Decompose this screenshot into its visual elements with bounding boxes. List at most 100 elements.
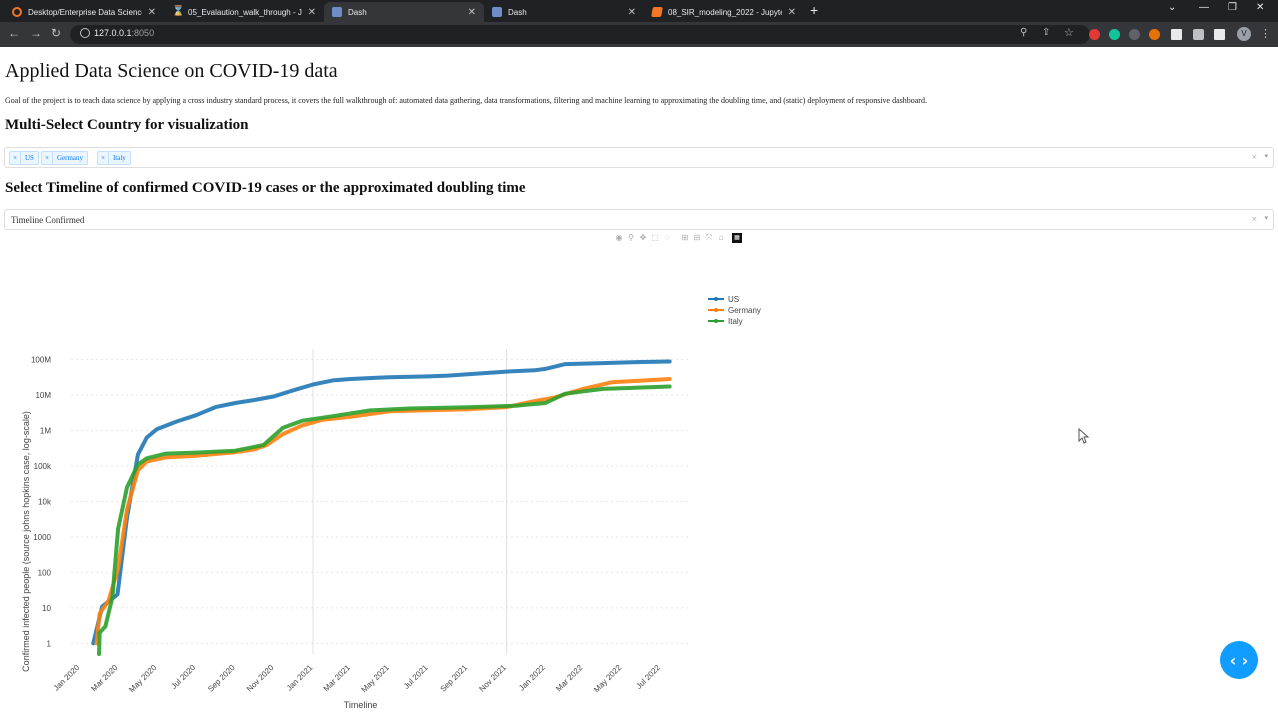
chip-remove-icon[interactable]: × bbox=[42, 152, 53, 164]
chip-label: US bbox=[24, 154, 34, 162]
x-tick-label: Jul 2021 bbox=[402, 663, 430, 691]
dash-page: Applied Data Science on COVID-19 data Go… bbox=[0, 47, 1278, 710]
country-chip-us: × US bbox=[9, 151, 39, 165]
legend-marker-germany bbox=[714, 308, 718, 312]
url-host: 127.0.0.1 bbox=[94, 28, 132, 38]
tab-title: 05_Evalaution_walk_through - Ju bbox=[188, 7, 302, 17]
url-field[interactable]: 127.0.0.1:8050 ⚲ ⇪ ☆ bbox=[70, 25, 1090, 44]
clear-icon[interactable]: × bbox=[1252, 214, 1257, 224]
dropdown-arrow-icon[interactable]: ▾ bbox=[1264, 152, 1268, 160]
x-tick-label: Jan 2022 bbox=[517, 663, 547, 693]
plotly-logo-icon[interactable]: ▦ bbox=[732, 233, 742, 243]
document-extension-icon[interactable] bbox=[1171, 29, 1182, 40]
x-tick-label: Mar 2021 bbox=[322, 663, 353, 694]
browser-tab-bar: Desktop/Enterprise Data Science/ ✕ ⌛ 05_… bbox=[0, 0, 1278, 22]
x-tick-label: Jan 2020 bbox=[52, 663, 82, 693]
zoom-icon[interactable]: ⚲ bbox=[626, 233, 636, 243]
timeline-select[interactable]: Timeline Confirmed × ▾ bbox=[4, 209, 1274, 230]
profile-avatar[interactable]: V bbox=[1237, 27, 1251, 41]
tab-title: Desktop/Enterprise Data Science/ bbox=[28, 7, 142, 17]
legend-label-italy: Italy bbox=[728, 317, 743, 326]
x-tick-label: Sep 2020 bbox=[206, 663, 237, 694]
more-menu-icon[interactable]: ⋮ bbox=[1260, 27, 1271, 40]
zoom-in-icon[interactable]: ⊞ bbox=[680, 233, 690, 243]
x-axis-title: Timeline bbox=[344, 700, 378, 710]
close-window-icon[interactable]: ✕ bbox=[1256, 2, 1264, 13]
x-tick-label: Nov 2020 bbox=[245, 663, 276, 694]
share-icon[interactable]: ⇪ bbox=[1042, 27, 1050, 38]
url-port: :8050 bbox=[131, 28, 155, 38]
extension-red-icon[interactable] bbox=[1089, 29, 1100, 40]
puzzle-extensions-icon[interactable] bbox=[1193, 29, 1204, 40]
y-tick-label: 1000 bbox=[33, 533, 51, 542]
zoom-out-icon[interactable]: ⊟ bbox=[692, 233, 702, 243]
browser-tab-1[interactable]: Desktop/Enterprise Data Science/ ✕ bbox=[4, 2, 164, 22]
dash-icon bbox=[332, 7, 342, 17]
side-panel-icon[interactable] bbox=[1214, 29, 1225, 40]
zoom-search-icon[interactable]: ⚲ bbox=[1020, 27, 1027, 38]
chip-label: Italy bbox=[112, 154, 126, 162]
restore-icon[interactable]: ❐ bbox=[1228, 2, 1237, 13]
y-tick-label: 10M bbox=[35, 391, 51, 400]
y-axis-title: Confirmed infected people (source johns … bbox=[21, 411, 31, 672]
extension-orange-icon[interactable] bbox=[1149, 29, 1160, 40]
country-select-heading: Multi-Select Country for visualization bbox=[5, 117, 249, 133]
forward-arrow-icon[interactable]: → bbox=[30, 26, 42, 40]
tab-close-icon[interactable]: ✕ bbox=[628, 7, 636, 18]
url-text: 127.0.0.1:8050 bbox=[94, 28, 154, 38]
notebook-icon bbox=[651, 7, 663, 17]
plotly-modebar: ◉ ⚲ ✥ ⬚ ◌ ⊞ ⊟ ⤧ ⌂ ▦ bbox=[614, 233, 742, 243]
country-chip-italy: × Italy bbox=[97, 151, 131, 165]
jupyter-circle-icon bbox=[12, 7, 22, 17]
tab-search-chevron-icon[interactable]: ⌄ bbox=[1168, 2, 1176, 13]
page-title: Applied Data Science on COVID-19 data bbox=[5, 60, 338, 82]
x-tick-label: May 2022 bbox=[592, 663, 624, 695]
site-info-icon[interactable] bbox=[80, 28, 90, 38]
x-tick-label: Nov 2021 bbox=[477, 663, 508, 694]
timeline-select-heading: Select Timeline of confirmed COVID-19 ca… bbox=[5, 180, 526, 196]
x-tick-label: Jul 2020 bbox=[169, 663, 197, 691]
code-brackets-icon: ‹ › bbox=[1229, 650, 1249, 670]
tab-close-icon[interactable]: ✕ bbox=[308, 7, 316, 18]
series-line-italy bbox=[97, 384, 672, 656]
reload-icon[interactable]: ↻ bbox=[51, 26, 61, 40]
minimize-icon[interactable]: — bbox=[1199, 2, 1209, 13]
y-tick-label: 1M bbox=[40, 427, 51, 436]
tab-title: Dash bbox=[508, 7, 527, 17]
x-tick-label: Jan 2021 bbox=[285, 663, 315, 693]
x-tick-label: Mar 2022 bbox=[554, 663, 585, 694]
y-tick-label: 100M bbox=[31, 356, 51, 365]
camera-icon[interactable]: ◉ bbox=[614, 233, 624, 243]
new-tab-plus-icon[interactable]: + bbox=[810, 2, 818, 18]
back-arrow-icon[interactable]: ← bbox=[8, 26, 20, 40]
browser-tab-3[interactable]: Dash ✕ bbox=[324, 2, 484, 22]
country-multiselect[interactable]: × US × Germany × Italy × ▾ bbox=[4, 147, 1274, 168]
tab-close-icon[interactable]: ✕ bbox=[148, 7, 156, 18]
pan-icon[interactable]: ✥ bbox=[638, 233, 648, 243]
tab-close-icon[interactable]: ✕ bbox=[468, 7, 476, 18]
y-tick-label: 1 bbox=[47, 639, 52, 648]
tab-close-icon[interactable]: ✕ bbox=[788, 7, 796, 18]
covid-timeline-chart[interactable]: 110100100010k100k1M10M100MJan 2020 Mar 20… bbox=[0, 287, 800, 717]
chip-remove-icon[interactable]: × bbox=[10, 152, 21, 164]
clear-all-icon[interactable]: × bbox=[1252, 152, 1257, 162]
dash-devtools-button[interactable]: ‹ › bbox=[1220, 641, 1258, 679]
legend-label-germany: Germany bbox=[728, 306, 761, 315]
browser-tab-5[interactable]: 08_SIR_modeling_2022 - Jupyter ✕ bbox=[644, 2, 804, 22]
page-description: Goal of the project is to teach data sci… bbox=[5, 96, 927, 105]
browser-tab-2[interactable]: ⌛ 05_Evalaution_walk_through - Ju ✕ bbox=[164, 2, 324, 22]
autoscale-icon[interactable]: ⤧ bbox=[704, 233, 714, 243]
legend-marker-us bbox=[714, 297, 718, 301]
browser-tab-4[interactable]: Dash ✕ bbox=[484, 2, 644, 22]
home-icon[interactable]: ⌂ bbox=[716, 233, 726, 243]
hourglass-icon: ⌛ bbox=[172, 6, 185, 17]
shield-extension-icon[interactable] bbox=[1129, 29, 1140, 40]
grammarly-icon[interactable] bbox=[1109, 29, 1120, 40]
dash-icon bbox=[492, 7, 502, 17]
bookmark-star-icon[interactable]: ☆ bbox=[1064, 26, 1074, 39]
legend-label-us: US bbox=[728, 295, 739, 304]
lasso-icon[interactable]: ◌ bbox=[662, 233, 672, 243]
box-select-icon[interactable]: ⬚ bbox=[650, 233, 660, 243]
chip-remove-icon[interactable]: × bbox=[98, 152, 109, 164]
dropdown-arrow-icon[interactable]: ▾ bbox=[1264, 214, 1268, 222]
